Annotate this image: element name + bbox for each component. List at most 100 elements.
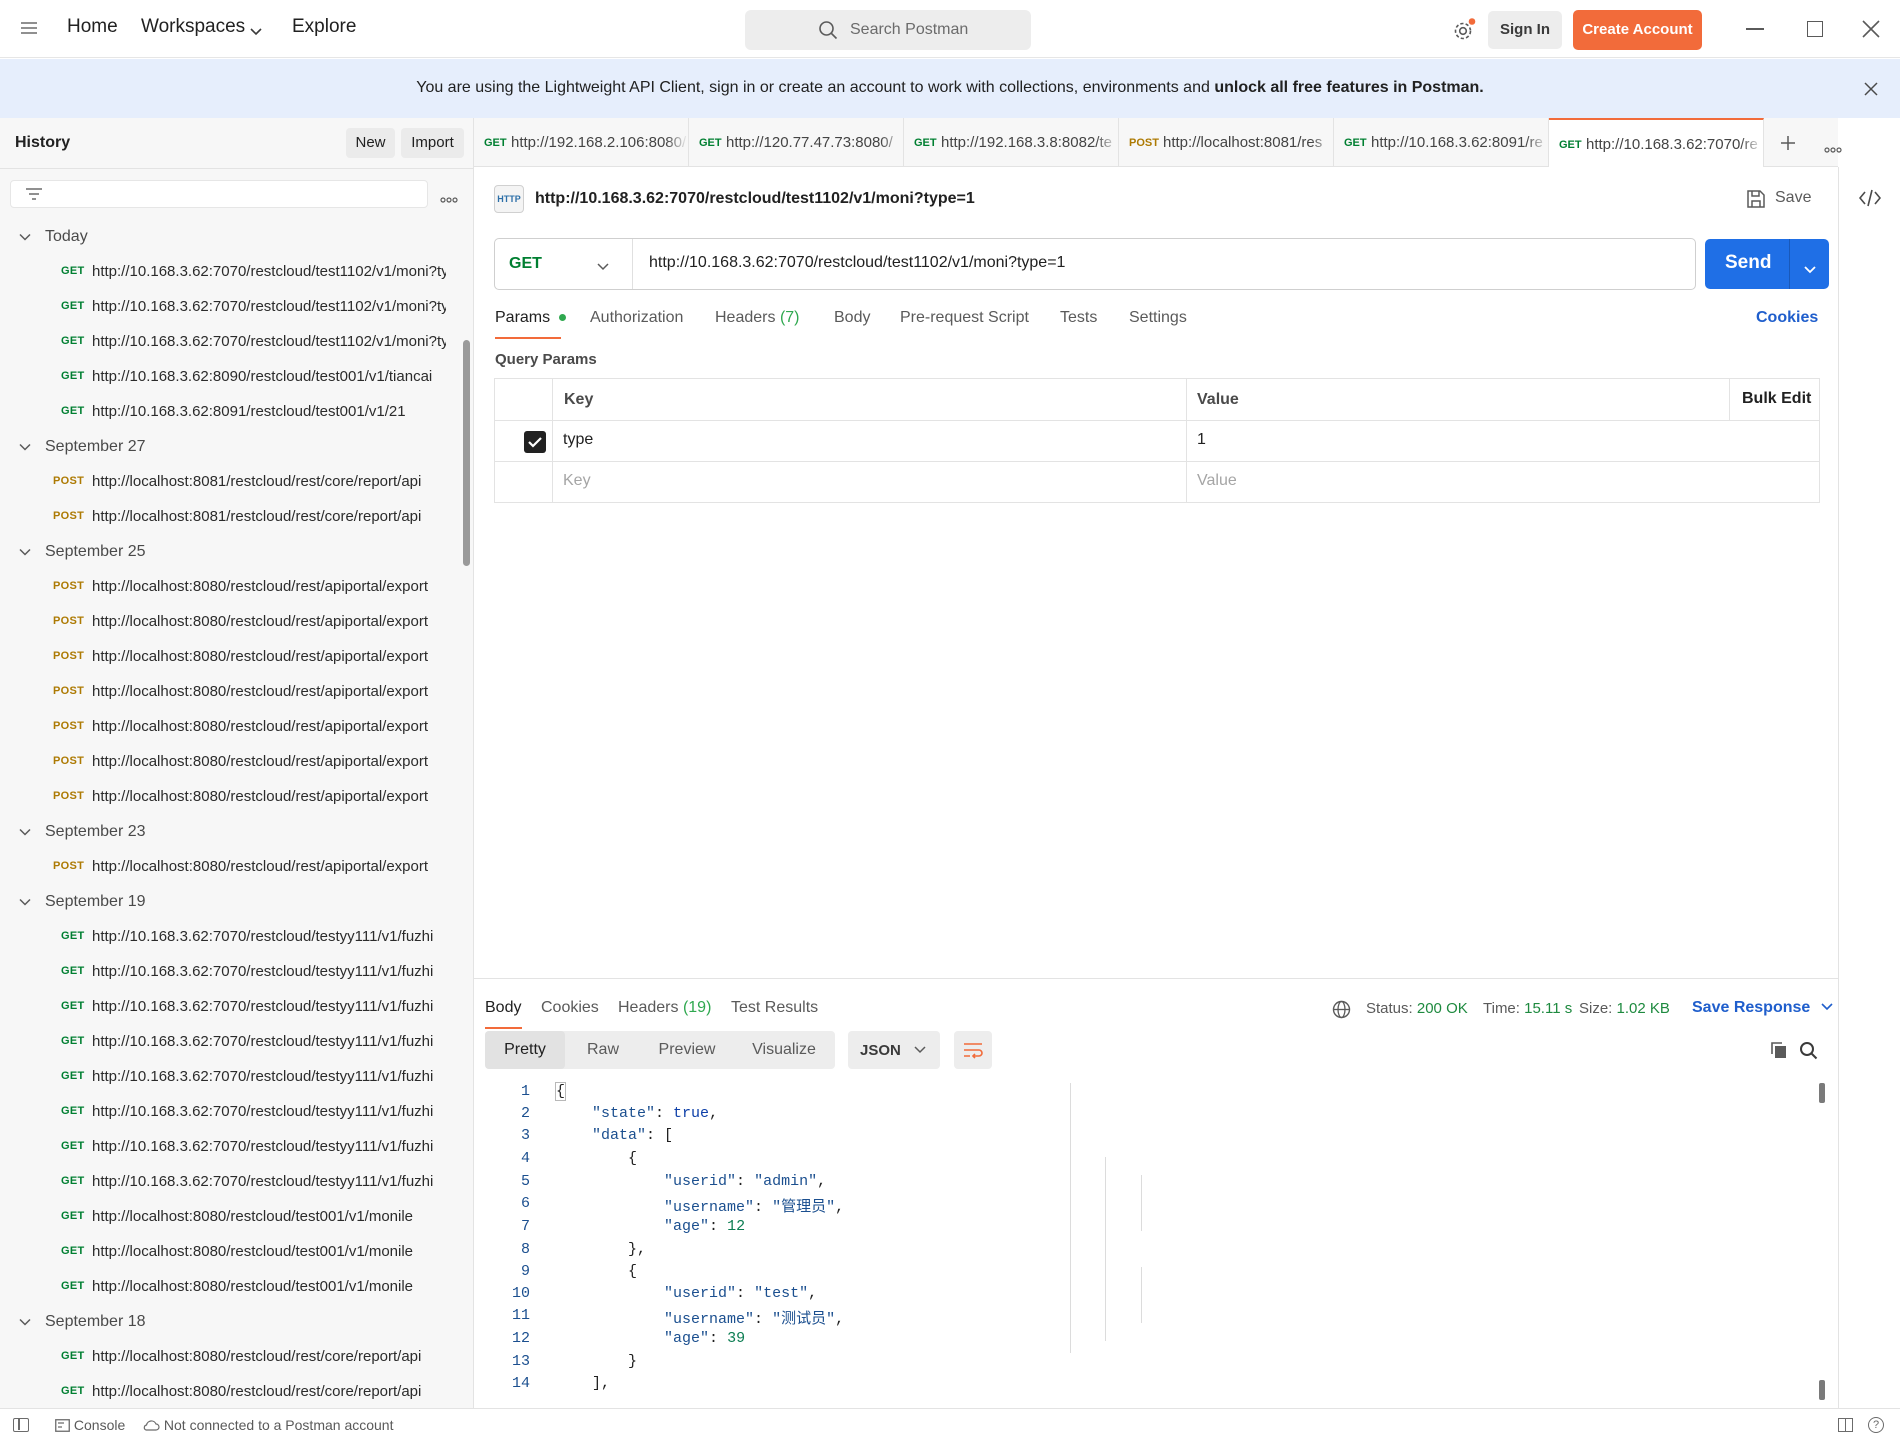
code-scrollbar[interactable] [1819,1083,1825,1103]
console-button[interactable]: Console [55,1417,125,1433]
history-item[interactable]: GET http://10.168.3.62:7070/restcloud/tes… [0,1095,460,1130]
request-tab[interactable]: GET http://10.168.3.62:7070/re [1549,118,1764,167]
history-item[interactable]: GET http://10.168.3.62:7070/restcloud/tes… [0,1130,460,1165]
save-button[interactable]: Save [1746,186,1816,212]
nav-home[interactable]: Home [67,16,118,38]
history-item[interactable]: GET http://localhost:8080/restcloud/rest/… [0,1340,460,1375]
response-body-code[interactable]: 1 2 3 4 5 6 7 8 9 10 11 12 13 14 { "state": true, "da… [474,1082,1814,1392]
create-account-button[interactable]: Create Account [1573,10,1702,50]
code-scrollbar-bottom[interactable] [1819,1380,1825,1400]
history-item[interactable]: POST http://localhost:8080/restcloud/rest… [0,675,460,710]
copy-icon[interactable] [1770,1041,1788,1059]
save-response-button[interactable]: Save Response [1692,999,1833,1017]
tab-body[interactable]: Body [834,309,870,327]
history-item[interactable]: POST http://localhost:8080/restcloud/rest… [0,605,460,640]
request-tab[interactable]: POST http://localhost:8081/res [1119,118,1334,167]
tab-pre-request-script[interactable]: Pre-request Script [900,309,1029,327]
cookies-link[interactable]: Cookies [1756,309,1818,327]
method-select[interactable]: GET [495,239,633,289]
view-raw[interactable]: Raw [565,1031,641,1069]
history-item[interactable]: POST http://localhost:8080/restcloud/rest… [0,745,460,780]
history-item[interactable]: POST http://localhost:8080/restcloud/rest… [0,710,460,745]
tab-options-icon[interactable] [1824,140,1842,153]
history-item[interactable]: GET http://10.168.3.62:8091/restcloud/tes… [0,395,460,430]
history-group[interactable]: September 18 [0,1305,460,1340]
history-group[interactable]: September 23 [0,815,460,850]
response-tab-cookies[interactable]: Cookies [541,999,599,1017]
nav-workspaces[interactable]: Workspaces [141,16,245,38]
sign-in-button[interactable]: Sign In [1488,11,1562,49]
param-key-cell[interactable]: type [563,431,593,449]
globe-icon[interactable] [1332,1000,1351,1019]
history-item[interactable]: GET http://localhost:8080/restcloud/test0… [0,1235,460,1270]
send-options-chevron-icon[interactable] [1803,259,1817,274]
history-item[interactable]: POST http://localhost:8080/restcloud/rest… [0,570,460,605]
history-item[interactable]: POST http://localhost:8081/restcloud/rest… [0,500,460,535]
history-group[interactable]: September 27 [0,430,460,465]
param-value-cell[interactable]: 1 [1197,431,1206,449]
more-options-icon[interactable] [440,190,458,203]
chevron-down-icon[interactable] [250,24,262,36]
new-button[interactable]: New [346,128,395,158]
request-tab[interactable]: GET http://10.168.3.62:8091/re [1334,118,1549,167]
banner-unlock-link[interactable]: unlock all free features in Postman. [1214,79,1483,96]
nav-explore[interactable]: Explore [292,16,356,38]
menu-icon[interactable] [20,20,38,36]
help-icon[interactable]: ? [1868,1417,1884,1433]
minimize-icon[interactable] [1746,28,1764,30]
format-select[interactable]: JSON [848,1031,940,1069]
response-tab-headers[interactable]: Headers (19) [618,999,711,1017]
tab-tests[interactable]: Tests [1060,309,1097,327]
new-value-input[interactable]: Value [1197,472,1237,490]
response-tab-body[interactable]: Body [485,999,522,1029]
history-group[interactable]: September 25 [0,535,460,570]
tab-authorization[interactable]: Authorization [590,309,683,327]
history-item[interactable]: GET http://localhost:8080/restcloud/test0… [0,1270,460,1305]
view-visualize[interactable]: Visualize [733,1031,835,1069]
tab-headers[interactable]: Headers (7) [715,309,800,327]
history-item[interactable]: GET http://10.168.3.62:7070/restcloud/tes… [0,955,460,990]
request-tab[interactable]: GET http://120.77.47.73:8080/ [689,118,904,167]
two-pane-icon[interactable] [1838,1418,1853,1432]
import-button[interactable]: Import [401,128,464,158]
history-item[interactable]: POST http://localhost:8080/restcloud/rest… [0,640,460,675]
sidebar-scrollbar[interactable] [463,340,470,566]
close-window-icon[interactable] [1862,20,1880,38]
tab-params[interactable]: Params [495,309,566,339]
history-filter-input[interactable] [10,180,428,208]
maximize-icon[interactable] [1807,21,1823,37]
settings-gear-icon[interactable] [1452,18,1476,42]
code-snippet-icon[interactable] [1858,189,1882,207]
param-checkbox[interactable] [524,431,546,453]
connection-status[interactable]: Not connected to a Postman account [142,1417,393,1433]
request-tab[interactable]: GET http://192.168.2.106:8080/ [474,118,689,167]
history-item[interactable]: GET http://10.168.3.62:7070/restcloud/tes… [0,325,460,360]
view-preview[interactable]: Preview [641,1031,733,1069]
view-pretty[interactable]: Pretty [485,1031,565,1069]
history-item[interactable]: POST http://localhost:8080/restcloud/rest… [0,780,460,815]
search-box[interactable]: Search Postman [745,10,1031,50]
history-item[interactable]: GET http://localhost:8080/restcloud/rest/… [0,1375,460,1408]
history-item[interactable]: GET http://10.168.3.62:7070/restcloud/tes… [0,990,460,1025]
history-item[interactable]: GET http://localhost:8080/restcloud/test0… [0,1200,460,1235]
history-item[interactable]: GET http://10.168.3.62:7070/restcloud/tes… [0,1060,460,1095]
history-group[interactable]: Today [0,220,460,255]
toggle-sidebar-icon[interactable] [13,1418,29,1432]
send-button[interactable]: Send [1705,239,1829,289]
history-item[interactable]: GET http://10.168.3.62:8090/restcloud/tes… [0,360,460,395]
search-icon[interactable] [1799,1041,1818,1060]
history-item[interactable]: GET http://10.168.3.62:7070/restcloud/tes… [0,290,460,325]
new-tab-icon[interactable] [1780,135,1796,151]
close-icon[interactable] [1864,82,1878,96]
bulk-edit-button[interactable]: Bulk Edit [1742,390,1811,408]
url-input[interactable]: http://10.168.3.62:7070/restcloud/test11… [649,254,1065,272]
new-key-input[interactable]: Key [563,472,591,490]
tab-settings[interactable]: Settings [1129,309,1187,327]
history-group[interactable]: September 19 [0,885,460,920]
history-item[interactable]: GET http://10.168.3.62:7070/restcloud/tes… [0,1165,460,1200]
wrap-lines-button[interactable] [954,1031,992,1069]
history-item[interactable]: POST http://localhost:8080/restcloud/rest… [0,850,460,885]
history-item[interactable]: GET http://10.168.3.62:7070/restcloud/tes… [0,1025,460,1060]
history-item[interactable]: GET http://10.168.3.62:7070/restcloud/tes… [0,255,460,290]
request-tab[interactable]: GET http://192.168.3.8:8082/te [904,118,1119,167]
